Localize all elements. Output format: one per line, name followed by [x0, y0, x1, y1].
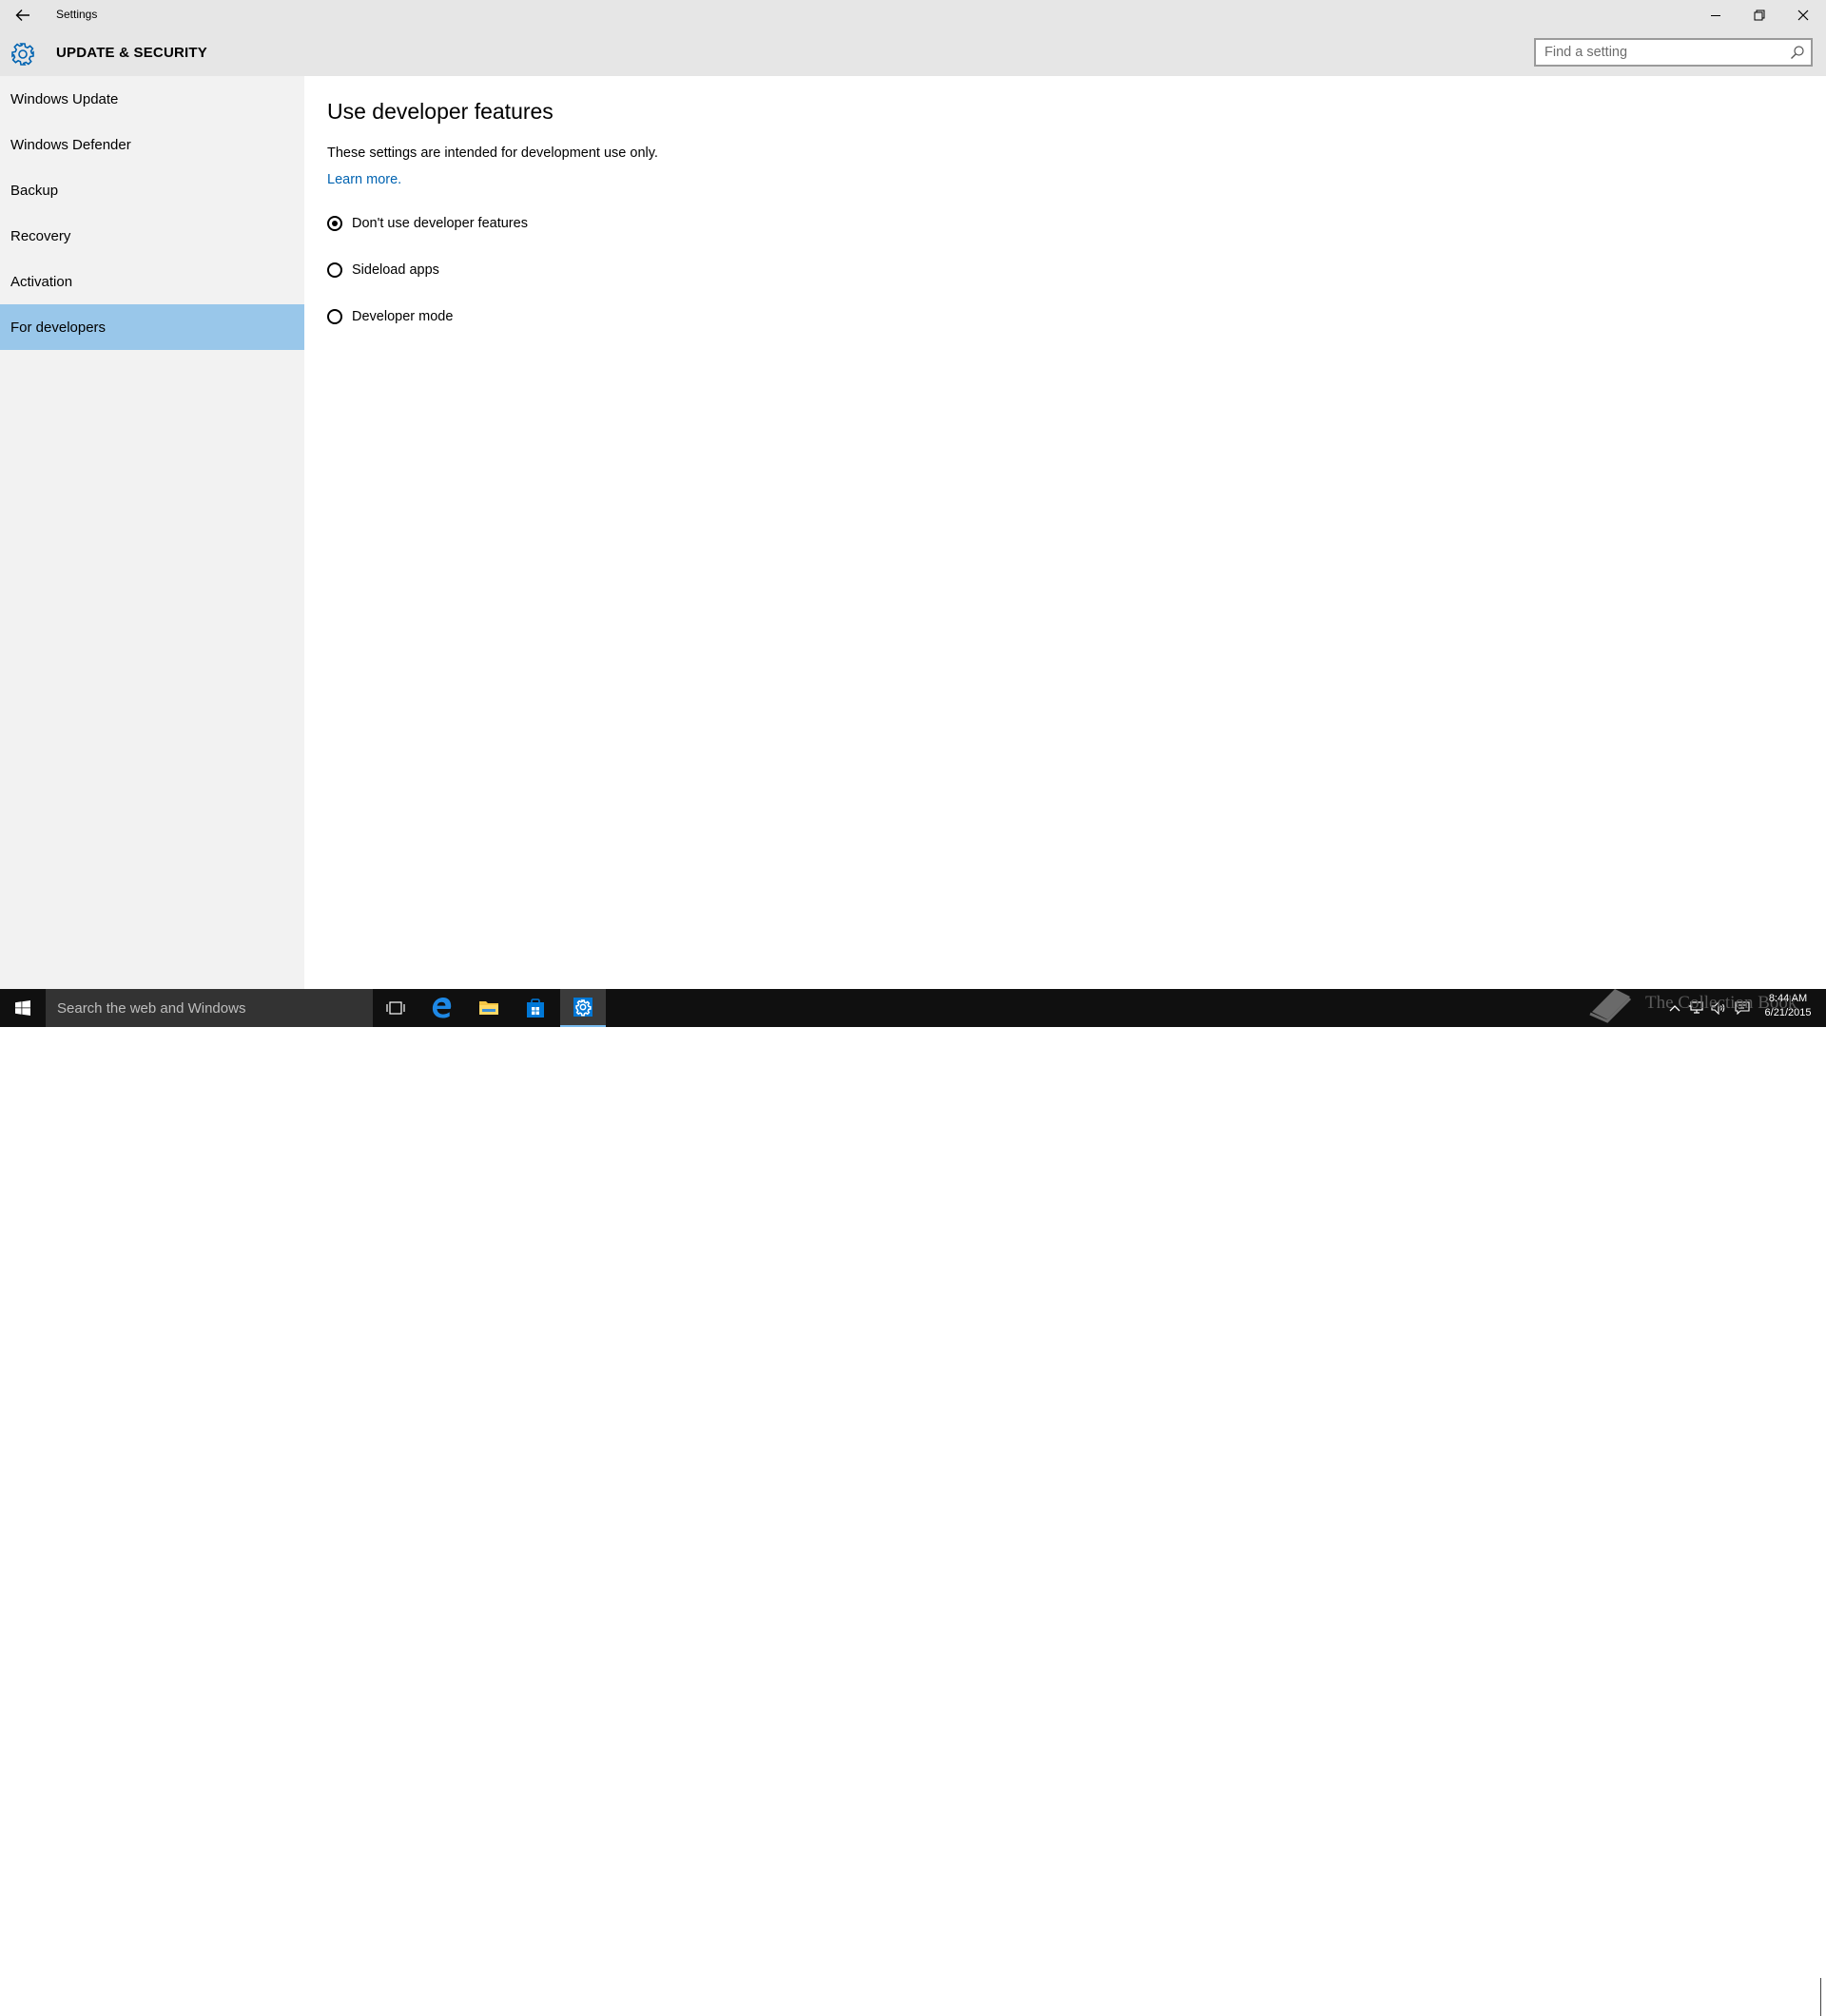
clock[interactable]: 8:44 AM 6/21/2015 [1759, 992, 1816, 1020]
edge-icon [432, 998, 452, 1018]
learn-more-link[interactable]: Learn more. [327, 172, 401, 187]
edge-button[interactable] [418, 989, 464, 1027]
radio-label: Sideload apps [352, 262, 439, 278]
restore-icon [1754, 10, 1765, 21]
clock-date: 6/21/2015 [1764, 1007, 1812, 1018]
radio-label: Don't use developer features [352, 216, 528, 231]
settings-search-box[interactable] [1534, 38, 1813, 67]
sidebar-item-activation[interactable]: Activation [0, 259, 304, 304]
windows-logo-icon [15, 1000, 30, 1016]
book-logo-icon [1589, 989, 1632, 1023]
show-desktop-button[interactable] [1820, 1978, 1826, 2016]
sidebar-item-label: Windows Defender [10, 136, 131, 153]
main-content: Use developer features These settings ar… [304, 76, 1826, 989]
sidebar-item-label: Windows Update [10, 90, 119, 107]
sidebar-item-label: Recovery [10, 227, 71, 244]
taskbar-search-box[interactable]: Search the web and Windows [46, 989, 373, 1027]
gear-icon [11, 43, 34, 66]
sidebar-item-for-developers[interactable]: For developers [0, 304, 304, 350]
sidebar-item-recovery[interactable]: Recovery [0, 213, 304, 259]
sidebar-item-windows-defender[interactable]: Windows Defender [0, 122, 304, 167]
store-icon [527, 998, 544, 1018]
title-bar: Settings UPDATE & SECURITY [0, 0, 1826, 76]
radio-button-checked[interactable] [327, 216, 342, 231]
close-icon [1797, 10, 1809, 21]
taskbar-search-placeholder: Search the web and Windows [57, 999, 246, 1017]
section-title: UPDATE & SECURITY [56, 45, 207, 61]
option-developer-mode[interactable]: Developer mode [327, 305, 453, 328]
sidebar-item-backup[interactable]: Backup [0, 167, 304, 213]
sidebar-item-label: For developers [10, 319, 107, 336]
settings-icon [573, 998, 592, 1017]
option-sideload-apps[interactable]: Sideload apps [327, 259, 439, 281]
file-explorer-button[interactable] [466, 989, 512, 1027]
back-button[interactable] [10, 3, 36, 28]
minimize-icon [1711, 15, 1720, 16]
minimize-button[interactable] [1694, 0, 1738, 30]
search-icon[interactable] [1790, 45, 1805, 60]
sidebar-item-windows-update[interactable]: Windows Update [0, 76, 304, 122]
sidebar: Windows Update Windows Defender Backup R… [0, 76, 304, 989]
store-button[interactable] [513, 989, 558, 1027]
settings-taskbar-button[interactable] [560, 989, 606, 1027]
task-view-button[interactable] [373, 989, 418, 1027]
settings-search-input[interactable] [1536, 40, 1782, 65]
taskbar: Search the web and Windows [0, 989, 1826, 2016]
radio-button[interactable] [327, 262, 342, 278]
close-button[interactable] [1781, 0, 1825, 30]
radio-label: Developer mode [352, 309, 454, 324]
page-title: Use developer features [327, 99, 554, 124]
task-view-icon [386, 1001, 405, 1015]
file-explorer-icon [479, 1001, 498, 1015]
sidebar-item-label: Activation [10, 273, 73, 290]
window-title: Settings [56, 8, 98, 21]
sidebar-item-label: Backup [10, 182, 59, 199]
back-arrow-icon [15, 10, 29, 21]
page-description: These settings are intended for developm… [327, 145, 658, 161]
option-dont-use-developer-features[interactable]: Don't use developer features [327, 212, 528, 235]
start-button[interactable] [0, 989, 46, 1027]
clock-time: 8:44 AM [1768, 993, 1808, 1004]
restore-button[interactable] [1738, 0, 1781, 30]
radio-button[interactable] [327, 309, 342, 324]
